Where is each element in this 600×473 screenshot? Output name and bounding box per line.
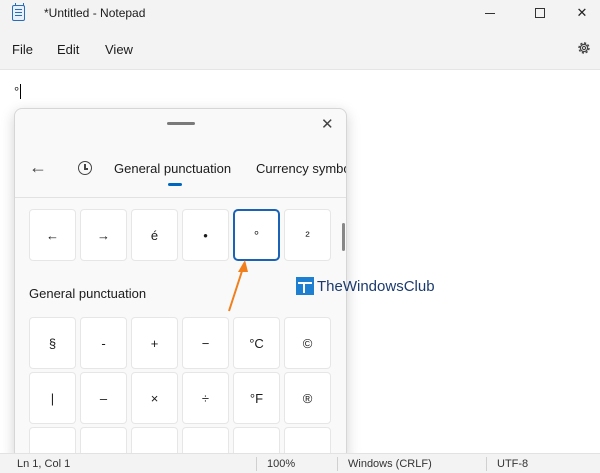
menu-edit[interactable]: Edit (57, 42, 79, 57)
symbol-cell[interactable]: ² (284, 209, 331, 261)
close-window-button[interactable]: ✕ (560, 0, 600, 26)
minimize-button[interactable] (468, 0, 512, 26)
scrollbar-thumb[interactable] (342, 223, 345, 251)
clock-icon[interactable] (78, 161, 92, 175)
zoom-level: 100% (267, 458, 296, 470)
encoding: UTF-8 (497, 458, 529, 470)
section-title: General punctuation (29, 286, 147, 301)
close-icon: ✕ (576, 5, 588, 20)
symbol-cell[interactable]: • (182, 209, 229, 261)
divider (15, 197, 346, 198)
drag-handle[interactable] (167, 122, 195, 125)
symbol-cell[interactable]: + (131, 317, 178, 369)
symbol-cell[interactable]: § (29, 317, 76, 369)
symbol-cell[interactable]: ® (284, 372, 331, 424)
line-ending: Windows (CRLF) (348, 458, 432, 470)
divider (337, 457, 338, 471)
symbol-cell[interactable]: °C (233, 317, 280, 369)
symbol-cell[interactable]: | (29, 372, 76, 424)
symbol-cell[interactable]: × (131, 372, 178, 424)
tab-general-punctuation[interactable]: General punctuation (114, 161, 231, 176)
symbol-cell[interactable]: − (182, 317, 229, 369)
minimize-icon (485, 12, 495, 14)
menu-view[interactable]: View (105, 42, 133, 57)
symbol-cell[interactable]: → (80, 209, 127, 261)
notepad-icon (12, 3, 25, 21)
back-arrow-icon[interactable]: ← (29, 157, 47, 178)
watermark-logo-icon (296, 277, 314, 295)
symbol-cell[interactable]: – (80, 372, 127, 424)
symbol-cell[interactable]: °F (233, 372, 280, 424)
status-bar: Ln 1, Col 1 100% Windows (CRLF) UTF-8 (0, 453, 600, 473)
selected-symbol-cell[interactable]: ° (233, 209, 280, 261)
gear-icon[interactable] (576, 40, 592, 56)
divider (486, 457, 487, 471)
symbol-cell[interactable]: ÷ (182, 372, 229, 424)
editor-content: ° (14, 84, 22, 99)
maximize-icon (535, 8, 545, 18)
symbol-cell[interactable]: é (131, 209, 178, 261)
text-caret (20, 84, 22, 99)
divider (256, 457, 257, 471)
tab-currency-symbols[interactable]: Currency symbo (256, 161, 346, 176)
active-tab-indicator (168, 183, 182, 186)
symbol-cell[interactable]: ← (29, 209, 76, 261)
watermark: TheWindowsClub (296, 277, 435, 295)
maximize-button[interactable] (518, 0, 562, 26)
close-icon[interactable]: ✕ (321, 115, 334, 133)
title-bar: *Untitled - Notepad ✕ (0, 0, 600, 26)
cursor-position: Ln 1, Col 1 (17, 458, 71, 470)
symbol-cell[interactable]: - (80, 317, 127, 369)
menu-bar: File Edit View (0, 26, 600, 70)
window-title: *Untitled - Notepad (44, 6, 146, 20)
symbol-cell[interactable]: © (284, 317, 331, 369)
menu-file[interactable]: File (12, 42, 33, 57)
watermark-text: TheWindowsClub (317, 277, 435, 295)
